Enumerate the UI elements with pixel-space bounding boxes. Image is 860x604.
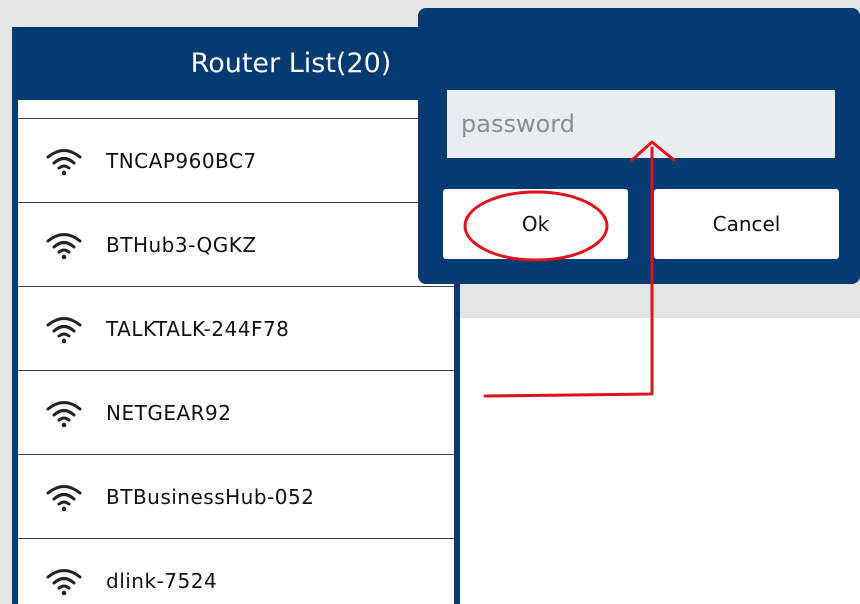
list-item[interactable]: TNCAP960BC7	[18, 119, 454, 203]
router-name: dlink-7524	[106, 569, 218, 593]
wifi-icon	[46, 233, 82, 260]
wifi-icon	[46, 401, 82, 428]
router-list-title: Router List(20)	[190, 48, 392, 79]
ok-button[interactable]: Ok	[443, 189, 628, 259]
router-name: NETGEAR92	[106, 401, 232, 425]
cancel-button[interactable]: Cancel	[654, 189, 839, 259]
list-item[interactable]: TALKTALK-244F78	[18, 287, 454, 371]
router-name: TNCAP960BC7	[106, 149, 257, 173]
router-list-panel: Router List(20) TNCAP960BC7 BTHub3-QGKZ	[12, 27, 460, 604]
password-input[interactable]	[447, 90, 835, 158]
router-list[interactable]: TNCAP960BC7 BTHub3-QGKZ TALKTALK-244F78	[18, 100, 454, 604]
list-item[interactable]: BTBusinessHub-052	[18, 455, 454, 539]
list-item[interactable]: dlink-7524	[18, 539, 454, 604]
wifi-icon	[46, 569, 82, 596]
wifi-icon	[46, 485, 82, 512]
list-item[interactable]: BTHub3-QGKZ	[18, 203, 454, 287]
router-name: TALKTALK-244F78	[106, 317, 290, 341]
wifi-icon	[46, 149, 82, 176]
router-name: BTBusinessHub-052	[106, 485, 315, 509]
list-item[interactable]: NETGEAR92	[18, 371, 454, 455]
password-dialog: Ok Cancel	[418, 8, 860, 284]
router-name: BTHub3-QGKZ	[106, 233, 257, 257]
wifi-icon	[46, 317, 82, 344]
